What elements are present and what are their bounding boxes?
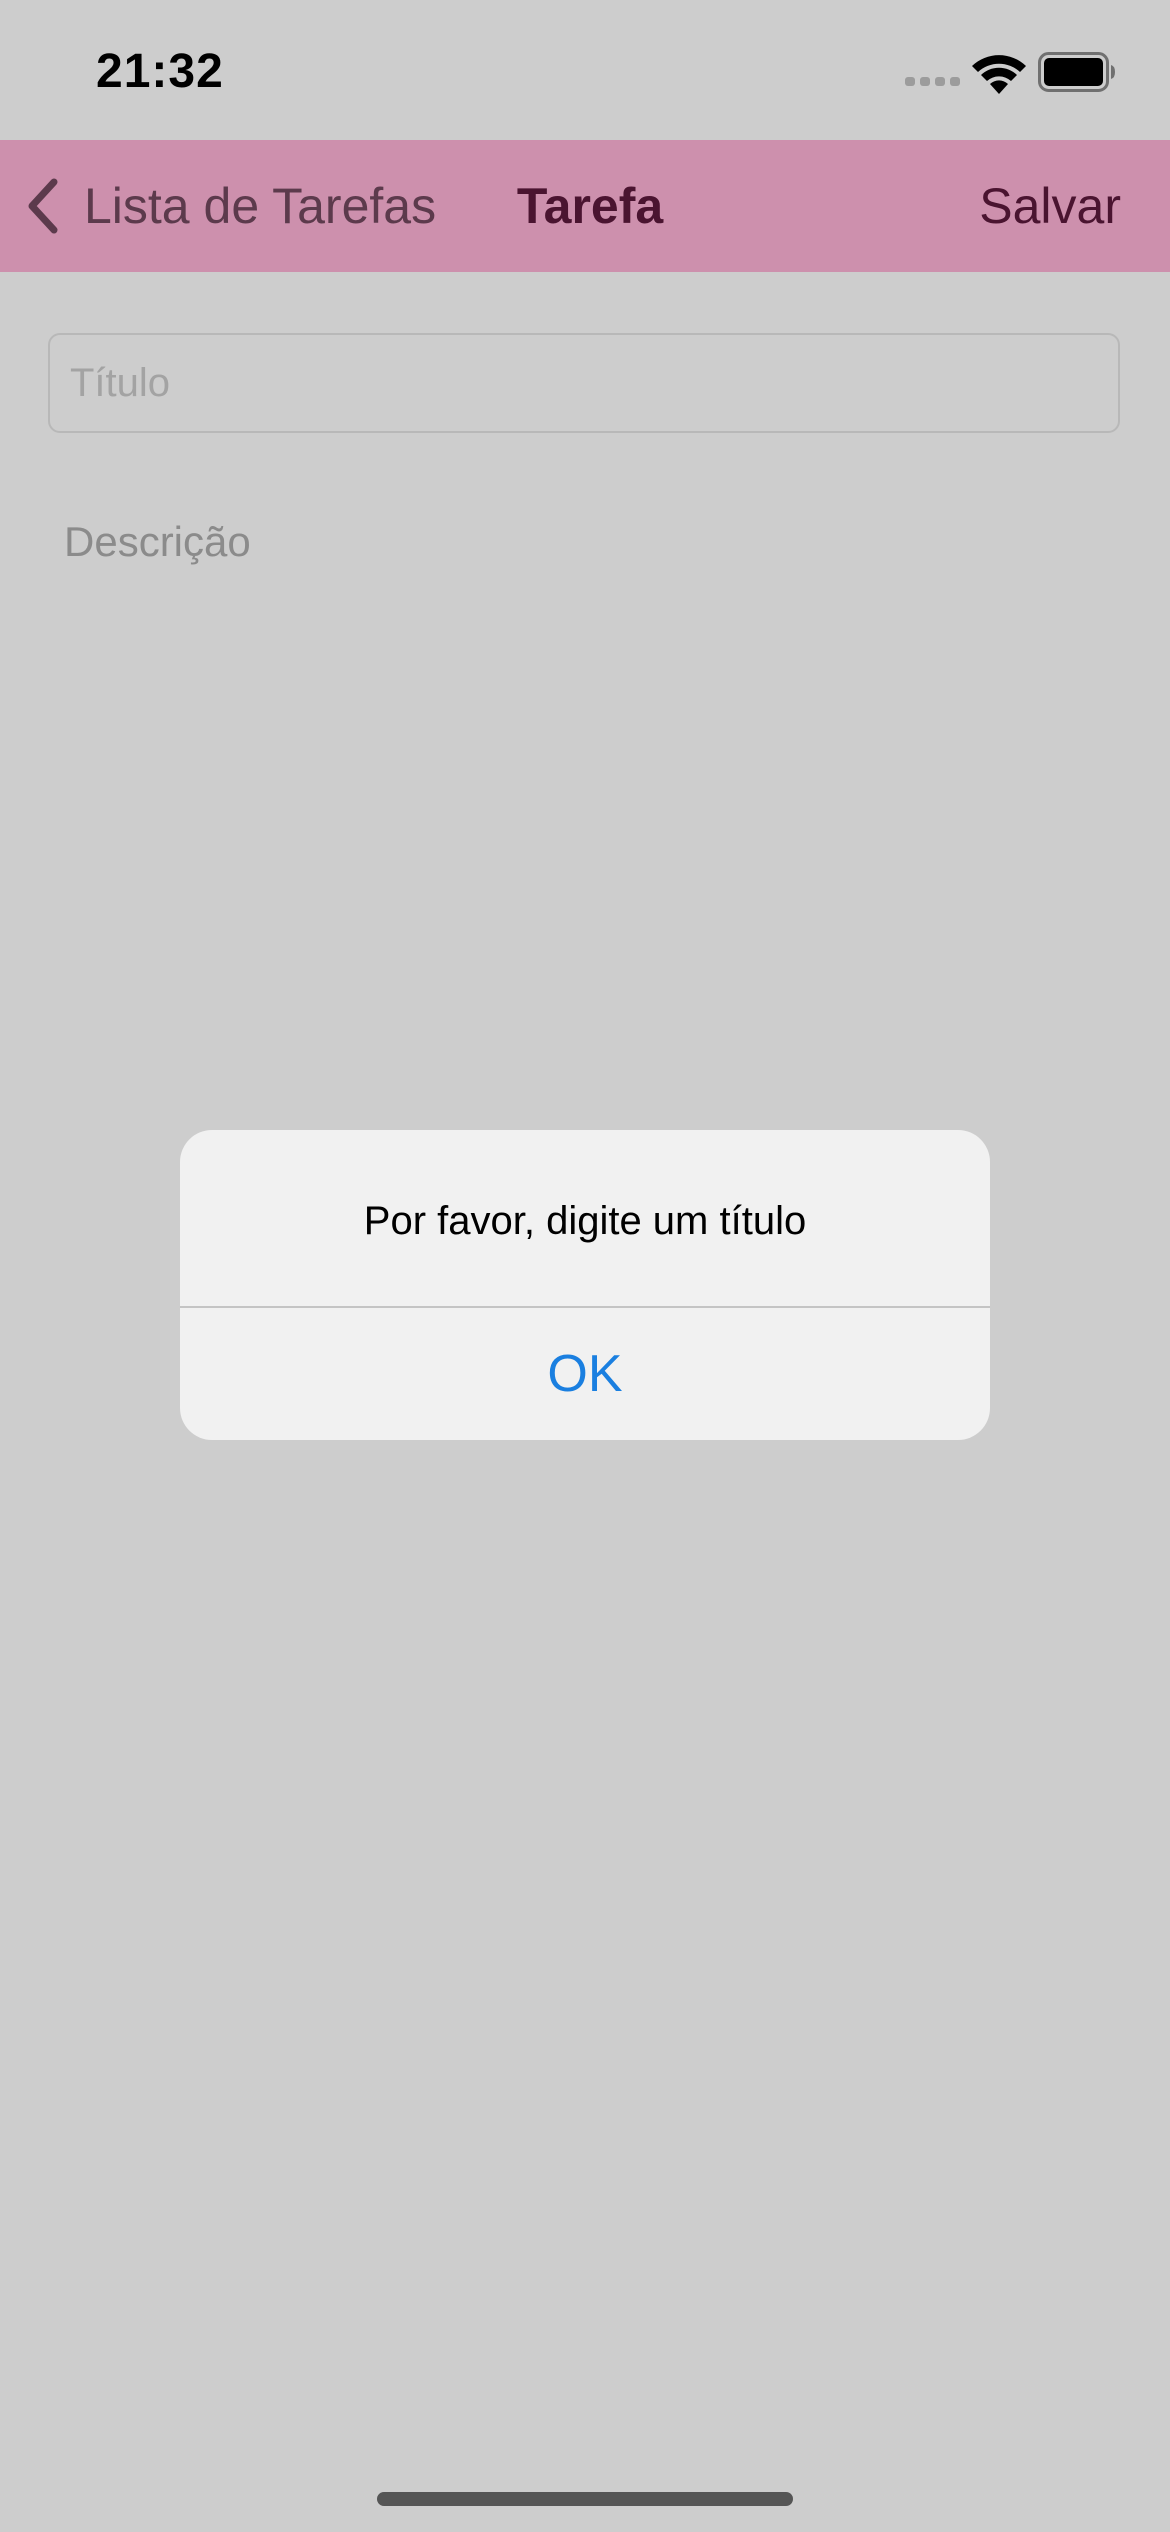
back-button[interactable]: Lista de Tarefas	[22, 140, 436, 272]
save-button[interactable]: Salvar	[979, 140, 1121, 272]
back-button-label: Lista de Tarefas	[84, 178, 437, 234]
status-bar: 21:32	[0, 0, 1170, 140]
status-time: 21:32	[96, 45, 224, 98]
wifi-icon	[972, 55, 1026, 94]
battery-icon	[1038, 52, 1115, 92]
navigation-bar: Lista de Tarefas Tarefa Salvar	[0, 140, 1170, 272]
signal-icon	[905, 77, 960, 86]
home-indicator[interactable]	[377, 2492, 793, 2506]
chevron-left-icon	[28, 178, 58, 234]
title-input[interactable]	[48, 333, 1120, 433]
alert-dialog: Por favor, digite um título OK	[180, 1130, 990, 1440]
alert-message: Por favor, digite um título	[363, 1199, 807, 1243]
alert-ok-button[interactable]: OK	[180, 1308, 990, 1440]
page-title: Tarefa	[516, 178, 664, 234]
